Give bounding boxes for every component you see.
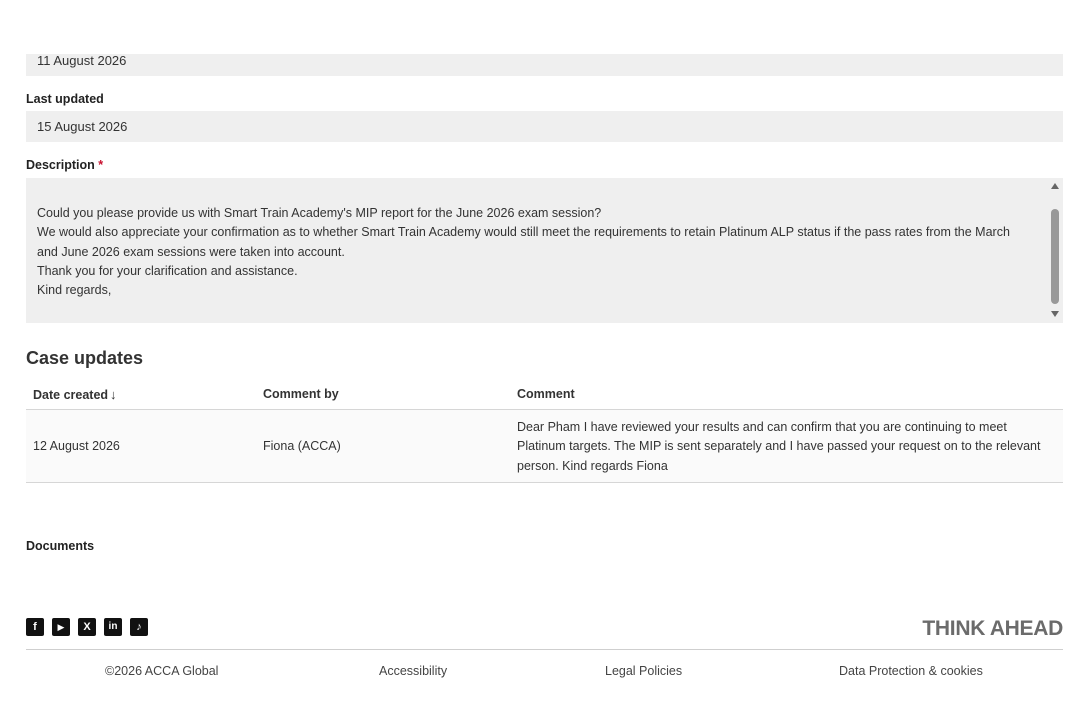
description-text: Could you please provide us with Smart T… <box>37 204 1027 300</box>
row-date: 12 August 2026 <box>33 439 120 453</box>
data-protection-link[interactable]: Data Protection & cookies <box>839 664 983 678</box>
linkedin-icon[interactable]: in <box>104 618 122 636</box>
created-date-value: 11 August 2026 <box>37 53 127 68</box>
copyright-text: ©2026 ACCA Global <box>105 664 219 678</box>
scrollbar-thumb[interactable] <box>1051 209 1059 304</box>
case-updates-table: Date created ↓ Comment by Comment 12 Augu… <box>26 378 1063 483</box>
think-ahead-tagline: THINK AHEAD <box>922 617 1063 640</box>
description-line: We would also appreciate your confirmati… <box>37 225 1010 259</box>
description-label-text: Description <box>26 158 95 172</box>
table-header: Date created ↓ Comment by Comment <box>26 378 1063 410</box>
description-line: Could you please provide us with Smart T… <box>37 206 602 220</box>
column-date-created[interactable]: Date created ↓ <box>33 387 117 402</box>
column-comment: Comment <box>517 387 575 401</box>
case-updates-title: Case updates <box>26 348 144 368</box>
description-scrollbar[interactable] <box>1048 178 1063 323</box>
sort-down-arrow-icon: ↓ <box>110 387 117 402</box>
x-icon[interactable]: X <box>78 618 96 636</box>
row-comment-by: Fiona (ACCA) <box>263 439 341 453</box>
scroll-down-arrow-icon[interactable] <box>1051 311 1059 317</box>
facebook-icon[interactable]: f <box>26 618 44 636</box>
footer-divider <box>26 649 1063 650</box>
youtube-icon[interactable]: ▶ <box>52 618 70 636</box>
table-row: 12 August 2026 Fiona (ACCA) Dear Pham I … <box>26 410 1063 483</box>
description-line: Thank you for your clarification and ass… <box>37 263 298 278</box>
description-line: Kind regards, <box>37 283 112 298</box>
description-textarea[interactable]: Could you please provide us with Smart T… <box>26 178 1063 323</box>
legal-policies-link[interactable]: Legal Policies <box>605 664 682 678</box>
last-updated-field: 15 August 2026 <box>26 111 1063 142</box>
column-comment-by: Comment by <box>263 387 339 401</box>
social-links: f ▶ X in ♪ <box>26 618 148 636</box>
description-label: Description * <box>26 158 103 172</box>
accessibility-link[interactable]: Accessibility <box>379 664 447 678</box>
documents-label: Documents <box>26 539 95 553</box>
created-date-field: 11 August 2026 <box>26 54 1063 76</box>
last-updated-value: 15 August 2026 <box>37 119 128 134</box>
last-updated-label: Last updated <box>26 92 104 106</box>
tiktok-icon[interactable]: ♪ <box>130 618 148 636</box>
column-date-created-label: Date created <box>33 388 109 402</box>
scroll-up-arrow-icon[interactable] <box>1051 183 1059 189</box>
required-marker: * <box>98 158 104 172</box>
row-comment: Dear Pham I have reviewed your results a… <box>517 420 1041 473</box>
